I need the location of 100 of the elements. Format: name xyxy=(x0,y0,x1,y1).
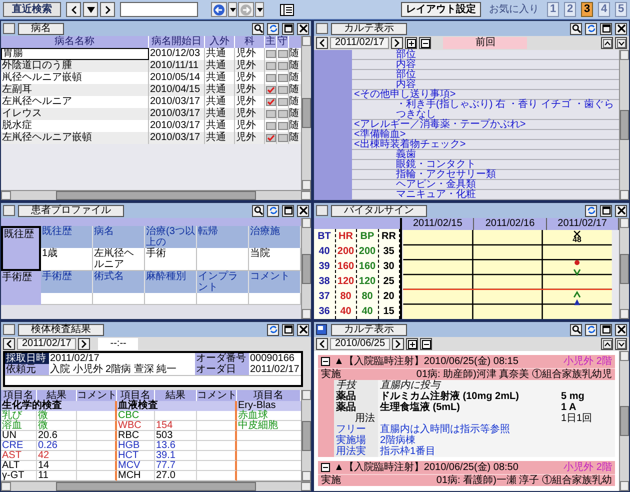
close-button[interactable] xyxy=(297,324,309,336)
date-field[interactable]: 2010/06/25 xyxy=(330,338,390,350)
vertical-scrollbar[interactable] xyxy=(619,351,629,491)
close-button[interactable] xyxy=(297,204,309,216)
vertical-scrollbar[interactable] xyxy=(619,218,629,319)
checkbox[interactable] xyxy=(266,50,276,58)
refresh-button[interactable] xyxy=(267,324,279,336)
table-row[interactable]: 乳び 微 CBC 赤血球 xyxy=(1,411,301,421)
search-button[interactable] xyxy=(570,324,582,336)
vertical-scrollbar[interactable] xyxy=(301,390,311,481)
next-button[interactable] xyxy=(392,338,404,350)
row-label[interactable]: 既往歴 xyxy=(1,226,41,271)
maximize-button[interactable] xyxy=(282,204,294,216)
row-label[interactable]: 手術歴 xyxy=(1,271,41,305)
table-row[interactable]: 脱水症 2010/03/17 共通 児外 随 xyxy=(1,120,301,132)
maximize-button[interactable] xyxy=(282,22,294,34)
table-row[interactable]: 左鼡径ヘルニア 2010/03/17 共通 児外 随 xyxy=(1,96,301,108)
layout-settings-button[interactable]: レイアウト設定 xyxy=(401,2,481,17)
checkbox[interactable] xyxy=(266,110,276,118)
scroll-top-button[interactable] xyxy=(601,37,613,49)
previous-button[interactable] xyxy=(66,2,81,17)
previous-button[interactable] xyxy=(316,338,328,350)
close-button[interactable] xyxy=(615,324,627,336)
list-button[interactable] xyxy=(277,2,297,17)
favorite-tab[interactable]: 4 xyxy=(598,2,610,17)
table-row[interactable]: 生化学的検査 血液検査 Ery-Blas xyxy=(1,401,301,411)
checkbox[interactable] xyxy=(278,122,288,130)
date-field[interactable]: 2011/02/17 xyxy=(17,338,76,350)
table-row[interactable]: ALT 14 MCV 77.7 xyxy=(1,461,301,471)
table-row[interactable]: 鼡径ヘルニア嵌頓 2010/05/14 共通 児外 随 xyxy=(1,72,301,84)
vertical-scrollbar[interactable] xyxy=(301,36,311,190)
table-row[interactable]: 左副耳 2010/04/15 共通 児外 随 xyxy=(1,84,301,96)
panel-tab[interactable]: 検体検査結果 xyxy=(18,324,104,336)
panel-tab[interactable]: 病名 xyxy=(18,22,64,34)
close-button[interactable] xyxy=(615,22,627,34)
maximize-button[interactable] xyxy=(600,324,612,336)
table-row[interactable]: 溶血 微 WBC 154 中皮細胞 xyxy=(1,421,301,431)
history-dropdown-button[interactable] xyxy=(255,2,264,17)
search-button[interactable] xyxy=(570,22,582,34)
expand-all-button[interactable] xyxy=(405,37,418,49)
history-dropdown-button[interactable] xyxy=(228,2,237,17)
checkbox[interactable] xyxy=(266,122,276,130)
search-button[interactable] xyxy=(252,204,264,216)
vertical-scrollbar[interactable] xyxy=(301,218,311,319)
tab[interactable]: 前回 xyxy=(443,37,528,49)
previous-button[interactable] xyxy=(316,37,328,49)
checkbox[interactable] xyxy=(278,86,288,94)
scroll-bottom-button[interactable] xyxy=(615,37,627,49)
collapse-all-button[interactable] xyxy=(420,338,432,350)
table-cell[interactable]: 左鼡径ヘルニア嵌頓 xyxy=(1,132,149,144)
checkbox[interactable] xyxy=(266,62,276,70)
previous-button[interactable] xyxy=(3,338,15,350)
search-button[interactable] xyxy=(252,22,264,34)
checkbox[interactable] xyxy=(278,110,288,118)
table-row[interactable]: 外陰道口のう腫 2010/11/11 共通 児外 随 xyxy=(1,60,301,72)
maximize-button[interactable] xyxy=(600,22,612,34)
date-field[interactable]: 2011/02/17 xyxy=(330,37,390,49)
collapse-all-button[interactable] xyxy=(419,37,432,49)
maximize-button[interactable] xyxy=(282,324,294,336)
favorite-tab[interactable]: 1 xyxy=(547,2,559,17)
checkbox[interactable] xyxy=(278,134,288,142)
close-button[interactable] xyxy=(615,204,627,216)
panel-menu-button[interactable] xyxy=(316,324,328,336)
back-button[interactable] xyxy=(211,2,227,17)
panel-tab[interactable]: 患者プロファイル xyxy=(18,204,124,216)
horizontal-scrollbar[interactable] xyxy=(1,481,311,491)
panel-tab[interactable]: カルテ表示 xyxy=(331,22,407,34)
checkbox[interactable] xyxy=(266,134,276,142)
forward-button[interactable] xyxy=(238,2,254,17)
table-row[interactable]: イレウス 2010/03/17 共通 児外 随 xyxy=(1,108,301,120)
checkbox[interactable] xyxy=(266,86,276,94)
checkbox[interactable] xyxy=(266,98,276,106)
next-button[interactable] xyxy=(100,2,115,17)
refresh-button[interactable] xyxy=(585,324,597,336)
favorite-tab[interactable]: 3 xyxy=(581,2,593,17)
scroll-top-button[interactable] xyxy=(601,338,613,350)
refresh-button[interactable] xyxy=(267,22,279,34)
table-row[interactable]: γ-GT 11 MCH 27.0 xyxy=(1,471,301,481)
table-row[interactable]: 左鼡径ヘルニア嵌頓 2010/03/17 共通 児外 随 xyxy=(1,132,301,144)
close-button[interactable] xyxy=(297,22,309,34)
expand-all-button[interactable] xyxy=(406,338,418,350)
favorite-tab[interactable]: 2 xyxy=(564,2,576,17)
refresh-button[interactable] xyxy=(267,204,279,216)
toggle-button[interactable] xyxy=(321,357,330,366)
checkbox[interactable] xyxy=(278,62,288,70)
table-row[interactable]: AST 42 HCT 39.1 xyxy=(1,451,301,461)
search-field[interactable] xyxy=(120,2,198,17)
favorite-tab[interactable]: 5 xyxy=(615,2,627,17)
toggle-button[interactable] xyxy=(321,463,330,472)
panel-tab[interactable]: カルテ表示 xyxy=(331,324,407,336)
checkbox[interactable] xyxy=(278,74,288,82)
horizontal-scrollbar[interactable] xyxy=(1,190,311,200)
vertical-scrollbar[interactable] xyxy=(619,50,629,200)
checkbox[interactable] xyxy=(278,50,288,58)
recent-search-button[interactable]: 直近検索 xyxy=(3,2,61,17)
scroll-bottom-button[interactable] xyxy=(615,338,627,350)
checkbox[interactable] xyxy=(278,98,288,106)
refresh-button[interactable] xyxy=(585,22,597,34)
tab[interactable]: --:-- xyxy=(98,338,138,350)
refresh-button[interactable] xyxy=(585,204,597,216)
